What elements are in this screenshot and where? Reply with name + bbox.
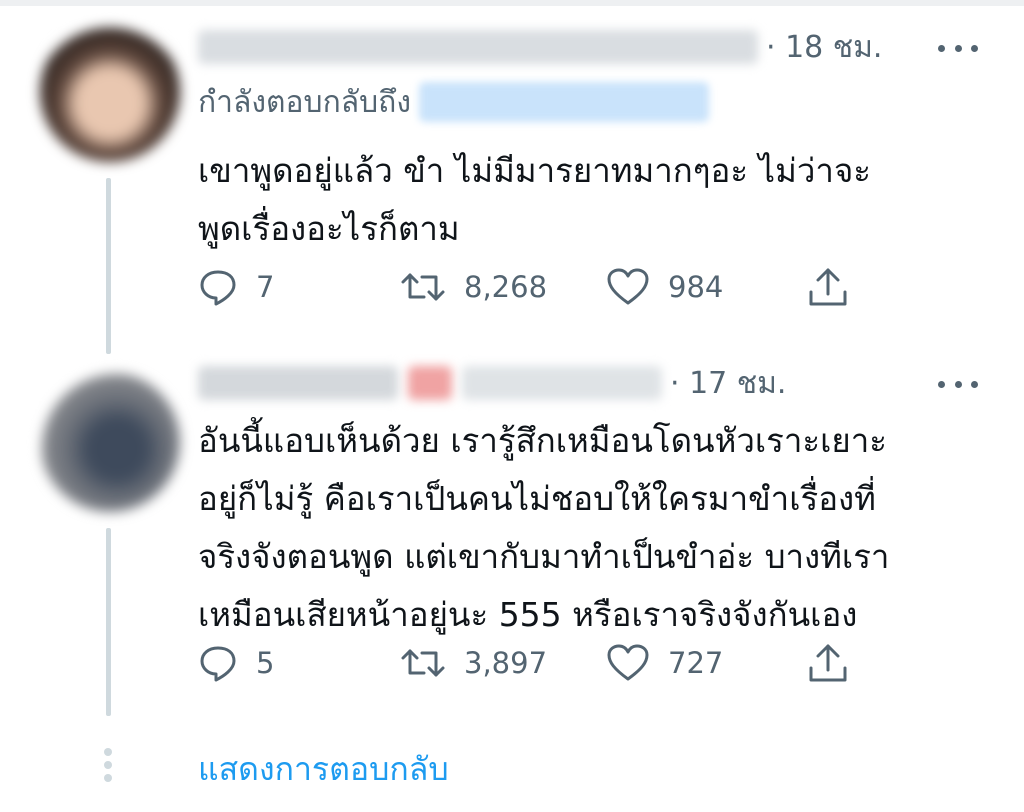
reply-count: 5 [256, 646, 275, 680]
reply-icon [200, 646, 236, 682]
reply-context: กำลังตอบกลับถึง [198, 78, 709, 126]
timestamp[interactable]: · 18 ชม. [766, 24, 882, 71]
verified-badge-redacted [408, 366, 452, 400]
tweet-text: เขาพูดอยู่แล้ว ขำ ไม่มีมารยาทมากๆอะ ไม่ว… [198, 151, 872, 248]
thread-line [106, 528, 111, 716]
like-button[interactable]: 984 [606, 264, 723, 310]
retweet-icon [401, 273, 445, 301]
avatar[interactable] [40, 372, 180, 512]
retweet-icon [401, 649, 445, 677]
avatar[interactable] [40, 22, 180, 162]
reply-to-label: กำลังตอบกลับถึง [198, 84, 411, 120]
retweet-count: 3,897 [464, 646, 548, 680]
retweet-count: 8,268 [464, 270, 548, 304]
tweet-actions: 5 3,897 727 [198, 640, 898, 686]
retweet-button[interactable]: 8,268 [400, 264, 547, 310]
share-icon [809, 644, 847, 682]
show-replies-link[interactable]: แสดงการตอบกลับ [198, 744, 449, 795]
like-count: 984 [668, 270, 724, 304]
heart-icon [607, 268, 649, 305]
reply-count: 7 [256, 270, 275, 304]
thread-continuation-dots [104, 748, 114, 787]
more-icon[interactable] [938, 36, 978, 60]
display-name-redacted[interactable] [198, 366, 398, 400]
share-icon [809, 268, 847, 306]
share-button[interactable] [806, 264, 850, 310]
handle-redacted[interactable] [462, 366, 662, 400]
more-icon[interactable] [938, 372, 978, 396]
tweet-header: · 17 ชม. [198, 358, 786, 408]
timestamp[interactable]: · 17 ชม. [670, 360, 786, 407]
tweet-actions: 7 8,268 984 [198, 264, 898, 310]
reply-to-handle-redacted[interactable] [419, 82, 709, 122]
heart-icon [607, 644, 649, 681]
reply-button[interactable]: 7 [198, 264, 274, 310]
like-button[interactable]: 727 [606, 640, 723, 686]
thread-line [106, 178, 111, 354]
display-name-redacted[interactable] [198, 30, 758, 64]
tweet-text: อันนี้แอบเห็นด้วย เรารู้สึกเหมือนโดนหัวเ… [198, 421, 890, 634]
reply-icon [200, 270, 236, 306]
retweet-button[interactable]: 3,897 [400, 640, 547, 686]
top-divider [0, 0, 1024, 6]
tweet-header: · 18 ชม. [198, 22, 882, 72]
reply-button[interactable]: 5 [198, 640, 274, 686]
like-count: 727 [668, 646, 724, 680]
share-button[interactable] [806, 640, 850, 686]
